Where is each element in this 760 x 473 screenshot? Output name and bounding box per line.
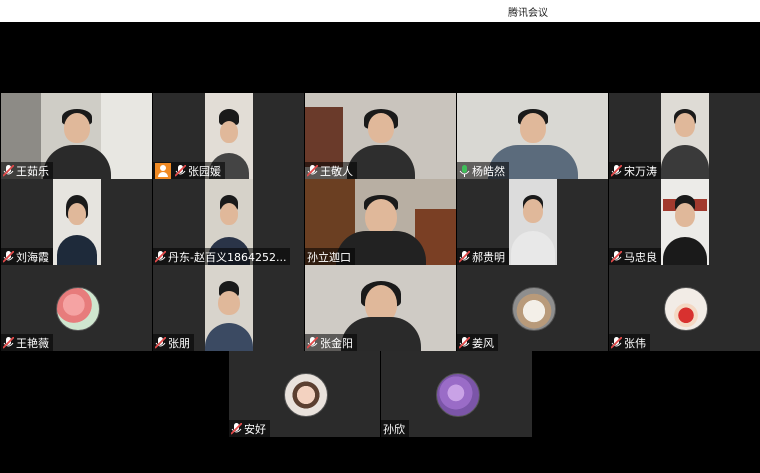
- title-bar: 腾讯会议: [0, 0, 760, 22]
- participant-name: 张朋: [168, 336, 190, 350]
- muted-mic-icon: [611, 336, 622, 349]
- participant-tile[interactable]: 孙立迦口: [305, 179, 456, 265]
- participant-tile-active[interactable]: 杨皓然: [457, 93, 608, 179]
- muted-mic-icon: [459, 336, 470, 349]
- participant-name: 孙欣: [383, 422, 405, 436]
- participant-tile[interactable]: 宋万涛: [609, 93, 760, 179]
- participant-tile[interactable]: 王敬人: [305, 93, 456, 179]
- participant-tile[interactable]: 王茹乐: [1, 93, 152, 179]
- participant-name: 张金阳: [320, 336, 353, 350]
- muted-mic-icon: [3, 164, 14, 177]
- participant-name: 安好: [244, 422, 266, 436]
- muted-mic-icon: [3, 250, 14, 263]
- speaking-mic-icon: [459, 164, 470, 177]
- participant-tile[interactable]: 张朋: [153, 265, 304, 351]
- baby-avatar: [283, 373, 328, 417]
- muted-mic-icon: [459, 250, 470, 263]
- muted-mic-icon: [307, 336, 318, 349]
- participant-tile[interactable]: 孙欣: [381, 351, 532, 437]
- participant-name: 张园媛: [188, 164, 221, 178]
- participant-tile[interactable]: 郝贵明: [457, 179, 608, 265]
- participant-name: 王艳薇: [16, 336, 49, 350]
- participant-tile[interactable]: 王艳薇: [1, 265, 152, 351]
- participant-name: 王敬人: [320, 164, 353, 178]
- participant-tile[interactable]: 张伟: [609, 265, 760, 351]
- window-title: 腾讯会议: [508, 8, 548, 19]
- muted-mic-icon: [307, 164, 318, 177]
- child-avatar: [663, 287, 708, 331]
- participant-tile[interactable]: 刘海霞: [1, 179, 152, 265]
- muted-mic-icon: [611, 250, 622, 263]
- participant-tile[interactable]: 张园媛: [153, 93, 304, 179]
- participant-name: 宋万涛: [624, 164, 657, 178]
- muted-mic-icon: [155, 336, 166, 349]
- participant-name: 王茹乐: [16, 164, 49, 178]
- muted-mic-icon: [3, 336, 14, 349]
- participant-name: 马忠良: [624, 250, 657, 264]
- puppy-avatar: [511, 287, 556, 331]
- participant-name: 杨皓然: [472, 164, 505, 178]
- participant-name: 姜风: [472, 336, 494, 350]
- flowers-avatar: [55, 287, 100, 331]
- participant-tile[interactable]: 张金阳: [305, 265, 456, 351]
- muted-mic-icon: [155, 250, 166, 263]
- video-grid: 王茹乐 张园媛 王敬人 杨皓然 宋万涛 刘海霞 丹东-赵百义1864252...…: [0, 22, 760, 473]
- muted-mic-icon: [231, 422, 242, 435]
- participant-tile[interactable]: 安好: [229, 351, 380, 437]
- participant-tile[interactable]: 马忠良: [609, 179, 760, 265]
- participant-name: 丹东-赵百义1864252...: [168, 250, 287, 264]
- participant-name: 张伟: [624, 336, 646, 350]
- participant-name: 孙立迦口: [307, 250, 351, 264]
- participant-tile[interactable]: 丹东-赵百义1864252...: [153, 179, 304, 265]
- participant-tile[interactable]: 姜风: [457, 265, 608, 351]
- purple-flowers-avatar: [435, 373, 480, 417]
- muted-mic-icon: [611, 164, 622, 177]
- participant-name: 郝贵明: [472, 250, 505, 264]
- user-icon: [155, 162, 171, 179]
- muted-mic-icon: [175, 164, 186, 177]
- participant-name: 刘海霞: [16, 250, 49, 264]
